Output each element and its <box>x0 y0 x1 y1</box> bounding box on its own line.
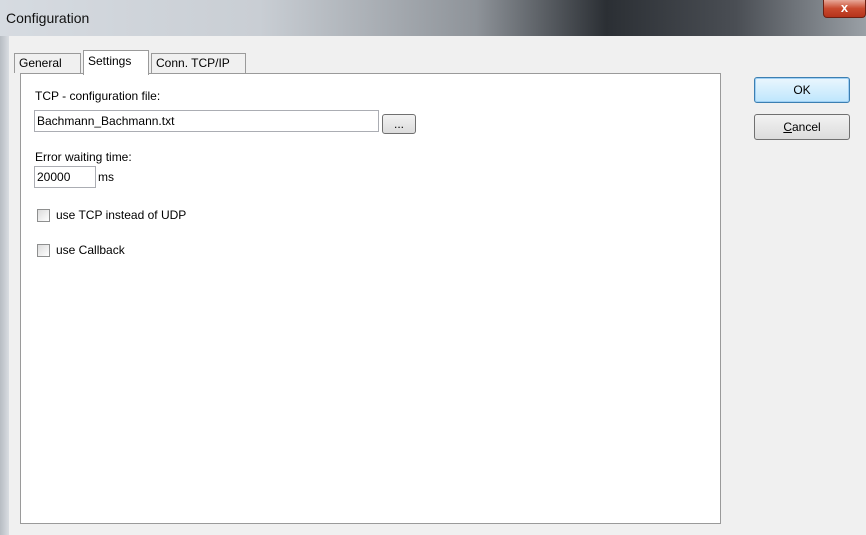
cancel-button-mnemonic: C <box>783 120 792 134</box>
use-tcp-checkbox[interactable] <box>37 209 50 222</box>
error-waiting-time-unit: ms <box>98 170 114 184</box>
browse-button[interactable]: ... <box>382 114 416 134</box>
use-callback-label[interactable]: use Callback <box>56 243 125 257</box>
cancel-button-label: ancel <box>791 120 821 134</box>
tcp-config-file-input[interactable]: Bachmann_Bachmann.txt <box>34 110 379 132</box>
error-waiting-time-label: Error waiting time: <box>35 150 132 164</box>
tab-conn-tcpip-label: Conn. TCP/IP <box>156 56 230 70</box>
close-button[interactable]: x <box>823 0 866 18</box>
window-frame-left <box>0 36 9 535</box>
error-waiting-time-input[interactable]: 20000 <box>34 166 96 188</box>
use-callback-checkbox[interactable] <box>37 244 50 257</box>
ok-button[interactable]: OK <box>754 77 850 103</box>
cancel-button[interactable]: Cancel <box>754 114 850 140</box>
ok-button-label: OK <box>793 83 811 97</box>
window-title: Configuration <box>6 10 90 26</box>
tcp-config-file-label: TCP - configuration file: <box>35 89 161 103</box>
tab-conn-tcpip[interactable]: Conn. TCP/IP <box>151 53 246 73</box>
tab-settings-label: Settings <box>88 54 132 68</box>
tab-general-label: General <box>19 56 62 70</box>
tab-settings[interactable]: Settings <box>83 50 149 75</box>
tab-general[interactable]: General <box>14 53 81 73</box>
settings-panel: TCP - configuration file: Bachmann_Bachm… <box>20 73 721 524</box>
use-tcp-label[interactable]: use TCP instead of UDP <box>56 208 186 222</box>
browse-button-label: ... <box>393 117 404 131</box>
close-icon: x <box>840 0 849 15</box>
title-bar: Configuration <box>0 0 866 36</box>
